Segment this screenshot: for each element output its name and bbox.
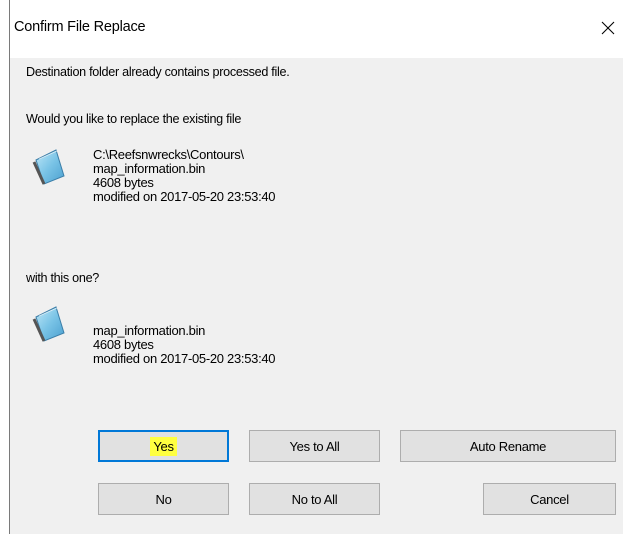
existing-file-info: C:\Reefsnwrecks\Contours\ map_informatio…	[93, 147, 276, 204]
existing-file-name: map_information.bin	[93, 161, 206, 176]
no-to-all-button[interactable]: No to All	[249, 483, 380, 515]
yes-button[interactable]: Yes	[98, 430, 229, 462]
yes-to-all-button[interactable]: Yes to All	[249, 430, 380, 462]
notepad-file-icon	[32, 306, 65, 342]
message-destination-contains: Destination folder already contains proc…	[26, 64, 290, 79]
confirm-file-replace-dialog: Confirm File Replace Destination folder …	[0, 0, 623, 534]
dialog-body: Destination folder already contains proc…	[10, 58, 623, 534]
new-file-name: map_information.bin	[93, 323, 206, 338]
yes-button-label: Yes	[150, 436, 177, 456]
no-button[interactable]: No	[98, 483, 229, 515]
new-file-size: 4608 bytes	[93, 337, 154, 352]
existing-file-path: C:\Reefsnwrecks\Contours\	[93, 147, 244, 162]
existing-file-modified: modified on 2017-05-20 23:53:40	[93, 189, 276, 204]
cancel-button[interactable]: Cancel	[483, 483, 616, 515]
message-with-this-one: with this one?	[26, 270, 100, 285]
close-icon	[601, 21, 615, 35]
existing-file-size: 4608 bytes	[93, 175, 154, 190]
window-title: Confirm File Replace	[14, 19, 146, 35]
auto-rename-button[interactable]: Auto Rename	[400, 430, 616, 462]
title-bar[interactable]: Confirm File Replace	[10, 0, 623, 58]
new-file-info: map_information.bin 4608 bytes modified …	[93, 323, 276, 366]
close-button[interactable]	[593, 14, 623, 42]
notepad-file-icon	[32, 149, 65, 185]
message-replace-question: Would you like to replace the existing f…	[26, 111, 242, 126]
new-file-modified: modified on 2017-05-20 23:53:40	[93, 351, 276, 366]
